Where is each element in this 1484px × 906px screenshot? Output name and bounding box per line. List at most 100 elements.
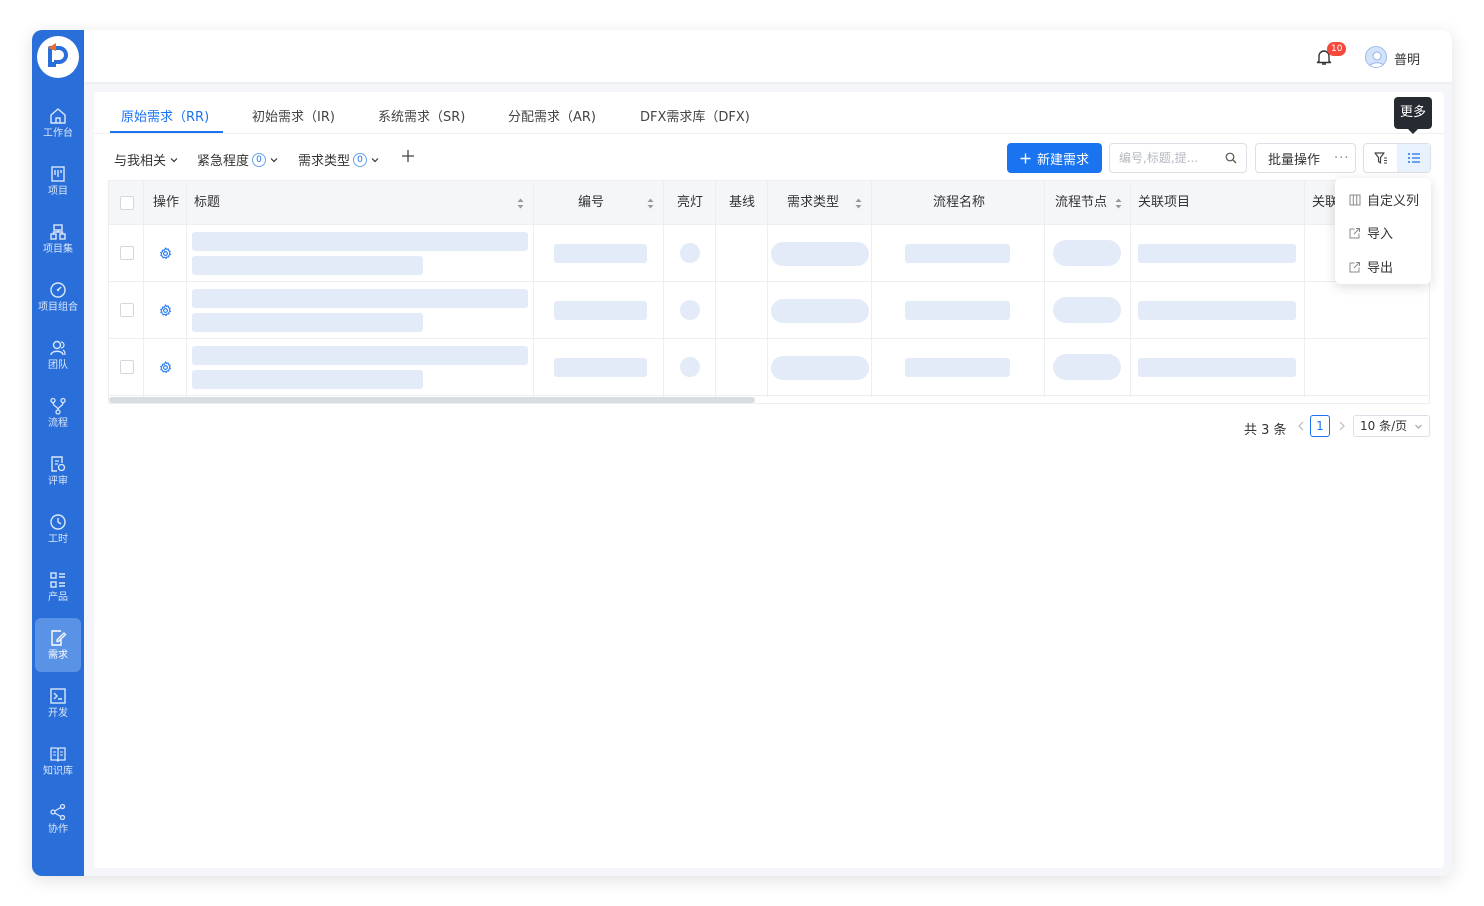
sidebar-item-project-set[interactable]: 项目集 [35,212,81,266]
chevron-down-icon [371,157,379,162]
username[interactable]: 普明 [1394,49,1420,68]
top-header: 10 普明 [84,30,1452,82]
sidebar-item-label: 协作 [48,823,68,835]
more-tooltip: 更多 [1394,97,1432,134]
view-options-group [1363,143,1431,173]
sidebar-item-label: 开发 [48,707,68,719]
sidebar-item-product[interactable]: 产品 [35,560,81,614]
row-checkbox[interactable] [120,360,134,374]
skeleton-number [554,244,647,263]
main-panel: 原始需求（RR) 初始需求（IR) 系统需求（SR) 分配需求（AR) DFX需… [94,92,1444,868]
col-flow-name: 流程名称 [933,195,986,210]
skeleton-title [192,232,528,251]
new-requirement-button[interactable]: 新建需求 [1007,143,1102,173]
horizontal-scrollbar[interactable] [109,397,755,403]
pagination-total-label: 共 3 条 [1244,422,1287,438]
sort-icon[interactable] [647,198,654,209]
gear-icon[interactable] [159,247,172,260]
more-button[interactable] [1397,144,1430,172]
skeleton-subtitle [192,370,423,389]
sidebar-item-project[interactable]: 项目 [35,154,81,208]
menu-item-export[interactable]: 导出 [1349,257,1393,276]
col-number[interactable]: 编号 [578,181,604,225]
dashboard-icon [50,281,66,298]
filter-icon [1373,152,1387,164]
table-row[interactable] [109,282,1429,339]
add-filter-icon[interactable] [401,149,415,163]
filter-related-label: 与我相关 [114,154,167,169]
col-related-project: 关联项目 [1138,195,1191,210]
page-number-current[interactable]: 1 [1310,415,1330,437]
table-row[interactable] [109,225,1429,282]
page-size-label: 10 条/页 [1360,419,1408,433]
skeleton-title [192,346,528,365]
sidebar-item-collab[interactable]: 协作 [35,792,81,846]
col-title[interactable]: 标题 [194,181,220,225]
review-icon [51,455,66,472]
tab-dfx[interactable]: DFX需求库（DFX) [640,106,750,125]
filter-urgency-label: 紧急程度 [197,154,250,169]
sort-icon[interactable] [1115,198,1122,209]
sidebar-item-timesheet[interactable]: 工时 [35,502,81,556]
chevron-right-icon[interactable] [1337,420,1347,432]
sidebar-item-workbench[interactable]: 工作台 [35,96,81,150]
sort-icon[interactable] [855,198,862,209]
home-icon [50,107,66,124]
chevron-down-icon [170,157,178,162]
skeleton-req-type [771,356,869,380]
app-logo[interactable] [37,36,79,78]
tab-rr[interactable]: 原始需求（RR) [121,106,209,125]
tab-ir[interactable]: 初始需求（IR) [252,106,335,125]
menu-item-import[interactable]: 导入 [1349,223,1393,242]
sort-icon[interactable] [517,198,524,209]
sidebar-item-portfolio[interactable]: 项目组合 [35,270,81,324]
table-row[interactable] [109,339,1429,396]
sidebar-item-review[interactable]: 评审 [35,444,81,498]
sidebar-item-develop[interactable]: 开发 [35,676,81,730]
search-icon[interactable] [1225,152,1237,164]
page-size-select[interactable]: 10 条/页 [1353,415,1430,437]
tab-ar[interactable]: 分配需求（AR) [508,106,596,125]
sidebar-item-label: 需求 [48,649,68,661]
gear-icon[interactable] [159,304,172,317]
tab-sr[interactable]: 系统需求（SR) [378,106,465,125]
terminal-icon [50,687,66,704]
export-icon [1349,261,1360,272]
menu-item-custom-columns[interactable]: 自定义列 [1349,190,1419,209]
avatar[interactable] [1365,46,1387,68]
select-all-checkbox[interactable] [120,196,134,210]
sidebar-item-label: 知识库 [43,765,73,777]
sidebar-item-requirement[interactable]: 需求 [35,618,81,672]
sidebar-item-flow[interactable]: 流程 [35,386,81,440]
chevron-down-icon [270,157,278,162]
skeleton-flow-node [1053,297,1121,323]
filter-urgency-count: 0 [252,152,267,167]
skeleton-related-project [1138,244,1296,263]
import-icon [1349,227,1360,238]
skeleton-number [554,301,647,320]
col-flow-node[interactable]: 流程节点 [1055,181,1107,225]
col-light: 亮灯 [677,195,704,210]
row-checkbox[interactable] [120,246,134,260]
skeleton-subtitle [192,256,423,275]
new-requirement-label: 新建需求 [1036,152,1089,168]
sidebar-item-knowledge[interactable]: 知识库 [35,734,81,788]
filter-req-type[interactable]: 需求类型 0 [298,150,380,169]
filter-urgency[interactable]: 紧急程度 0 [197,150,279,169]
skeleton-flow-name [905,358,1010,377]
sidebar-item-team[interactable]: 团队 [35,328,81,382]
app-window: 工作台 项目 项目集 项目组合 团队 流程 评审 工时 产品 需求 开发 知识库… [32,30,1452,876]
gear-icon[interactable] [159,361,172,374]
filter-related[interactable]: 与我相关 [114,150,179,169]
filter-button[interactable] [1364,144,1397,172]
batch-operation-button[interactable]: 批量操作 ··· [1255,143,1356,173]
requirement-table: 操作 标题 编号 亮灯 基线 需求类型 流程名称 流程节点 关联项目 关联 [108,180,1430,404]
product-icon [50,571,65,588]
filter-req-type-count: 0 [353,152,368,167]
col-req-type[interactable]: 需求类型 [787,181,839,225]
project-set-icon [50,223,66,240]
user-avatar-icon [1368,51,1386,67]
sidebar-item-label: 产品 [48,591,68,603]
row-checkbox[interactable] [120,303,134,317]
chevron-left-icon[interactable] [1296,420,1306,432]
